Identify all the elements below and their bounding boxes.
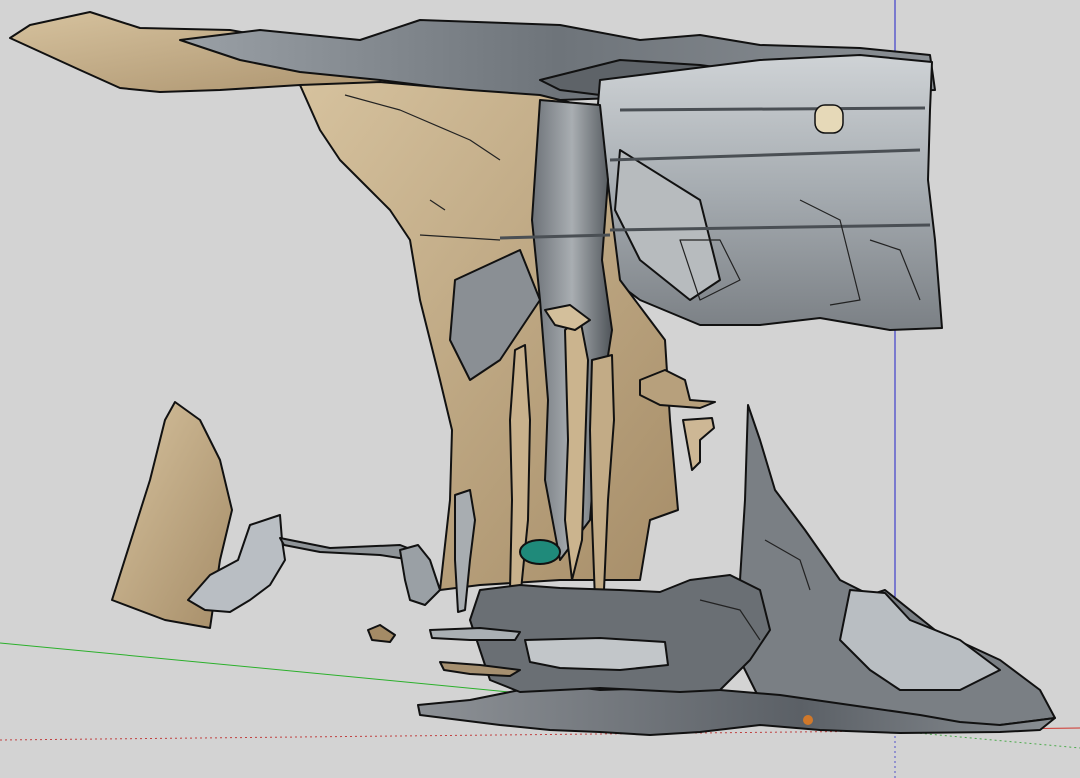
mesh-platform[interactable]	[524, 637, 669, 671]
mesh-pipe-fitting	[814, 104, 844, 134]
mesh-fragment-left-2[interactable]	[454, 489, 476, 613]
mesh-stringy-bits[interactable]	[429, 627, 521, 641]
3d-modeling-viewport[interactable]	[0, 0, 1080, 778]
mesh-teal-object[interactable]	[519, 539, 561, 565]
red-axis-dotted-line	[0, 730, 896, 741]
mesh-stretched-strand[interactable]	[279, 537, 419, 561]
mesh-orange-spot	[803, 715, 813, 725]
mesh-floating-bit-1[interactable]	[682, 417, 715, 471]
scene-canvas[interactable]	[0, 0, 1080, 778]
mesh-fragment-left-3[interactable]	[367, 624, 396, 643]
mesh-fragment-left-1[interactable]	[399, 544, 441, 606]
mesh-model[interactable]	[9, 11, 1056, 736]
